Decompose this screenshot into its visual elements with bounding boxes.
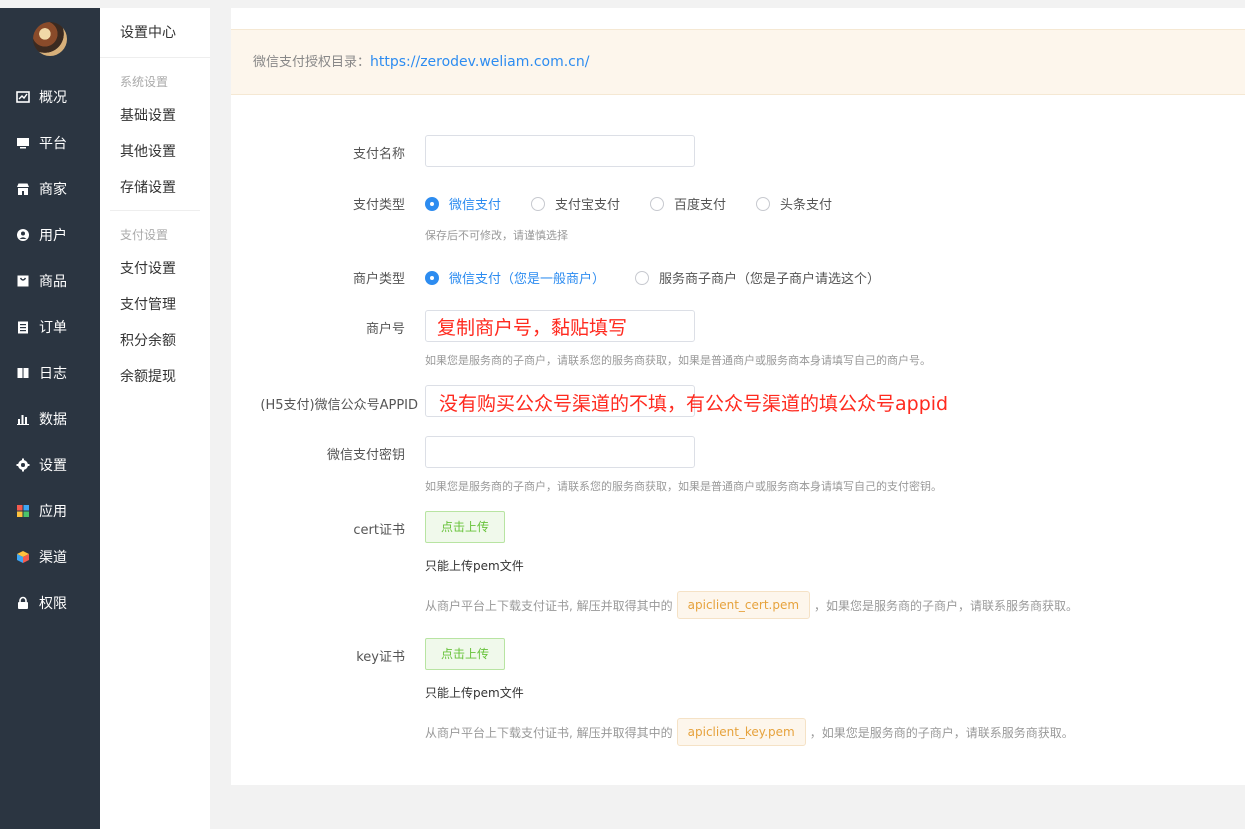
cert-help-prefix: 从商户平台上下载支付证书, 解压并取得其中的 [425,598,673,613]
lock-icon [15,595,31,611]
cube-icon [15,549,31,565]
nav-item-order[interactable]: 订单 [0,304,100,350]
secret-input[interactable] [425,436,695,468]
merchant-no-help: 如果您是服务商的子商户，请联系您的服务商获取，如果是普通商户或服务商本身请填写自… [425,354,931,367]
cert-only-pem: 只能上传pem文件 [425,559,524,573]
nav-label: 商品 [39,274,67,290]
merchant-type-label: 商户类型 [352,272,405,287]
nav-item-settings[interactable]: 设置 [0,442,100,488]
gear-icon [15,457,31,473]
nav-item-goods[interactable]: 商品 [0,258,100,304]
cert-label: cert证书 [353,523,405,538]
book-icon [15,365,31,381]
nav-label: 渠道 [39,550,67,566]
nav-label: 权限 [39,596,67,612]
pay-name-input[interactable] [425,135,695,167]
notice-label: 微信支付授权目录： [253,55,371,70]
sidebar-group-system: 系统设置 [120,75,169,89]
nav-label: 日志 [39,366,67,382]
secret-label: 微信支付密钥 [326,448,405,463]
auth-directory-link[interactable]: https://zerodev.weliam.com.cn/ [370,54,589,70]
sidebar-item-pay-settings[interactable]: 支付设置 [100,251,210,287]
nav-item-data[interactable]: 数据 [0,396,100,442]
nav-label: 数据 [39,412,67,428]
pay-type-wechat-radio[interactable]: 微信支付 [425,194,501,213]
nav-item-platform[interactable]: 平台 [0,120,100,166]
pay-type-help: 保存后不可修改，请谨慎选择 [425,229,568,242]
settings-sidebar: 设置中心 系统设置 基础设置 其他设置 存储设置 支付设置 支付设置 支付管理 … [100,8,210,829]
sidebar-item-other[interactable]: 其他设置 [100,134,210,170]
pay-type-toutiao-radio[interactable]: 头条支付 [756,194,832,213]
auth-directory-notice: 微信支付授权目录：https://zerodev.weliam.com.cn/ [231,29,1245,95]
nav-label: 设置 [39,458,67,474]
sidebar-title: 设置中心 [100,8,210,58]
bar-chart-icon [15,411,31,427]
cert-help: 从商户平台上下载支付证书, 解压并取得其中的 apiclient_cert.pem… [425,591,1078,619]
nav-item-user[interactable]: 用户 [0,212,100,258]
apps-icon [15,503,31,519]
bag-icon [15,273,31,289]
main-panel: 微信支付授权目录：https://zerodev.weliam.com.cn/ … [231,8,1245,785]
nav-label: 用户 [39,228,67,244]
merchant-type-sub-radio[interactable]: 服务商子商户（您是子商户请选这个） [635,268,880,287]
sidebar-item-basic[interactable]: 基础设置 [100,98,210,134]
appid-annotation: 没有购买公众号渠道的不填，有公众号渠道的填公众号appid [439,393,949,415]
merchant-no-annotation: 复制商户号，黏贴填写 [437,317,628,339]
key-help: 从商户平台上下载支付证书, 解压并取得其中的 apiclient_key.pem，… [425,718,1074,746]
overview-icon [15,89,31,105]
key-help-suffix: ，如果您是服务商的子商户，请联系服务商获取。 [809,725,1074,740]
nav-label: 概况 [39,90,67,106]
nav-label: 订单 [39,320,67,336]
nav-item-overview[interactable]: 概况 [0,74,100,120]
pay-name-label: 支付名称 [352,147,405,162]
nav-list: 概况 平台 商家 用户 商品 订单 日志 数据 设置 应用 渠道 权限 [0,74,100,626]
brand-logo [33,22,67,56]
cert-help-suffix: ，如果您是服务商的子商户，请联系服务商获取。 [814,598,1079,613]
key-upload-button[interactable]: 点击上传 [425,638,505,670]
sidebar-item-storage[interactable]: 存储设置 [100,170,210,206]
nav-item-log[interactable]: 日志 [0,350,100,396]
key-label: key证书 [356,650,405,665]
nav-label: 应用 [39,504,67,520]
pay-type-baidu-radio[interactable]: 百度支付 [650,194,726,213]
key-file-tag: apiclient_key.pem [676,718,806,746]
store-icon [15,181,31,197]
cert-file-tag: apiclient_cert.pem [676,591,811,619]
nav-item-merchant[interactable]: 商家 [0,166,100,212]
nav-item-channel[interactable]: 渠道 [0,534,100,580]
pay-type-label: 支付类型 [352,198,405,213]
cert-upload-button[interactable]: 点击上传 [425,511,505,543]
merchant-no-label: 商户号 [365,322,405,337]
key-only-pem: 只能上传pem文件 [425,686,524,700]
sidebar-item-points-balance[interactable]: 积分余额 [100,323,210,359]
pay-type-alipay-radio[interactable]: 支付宝支付 [531,194,620,213]
nav-label: 商家 [39,182,67,198]
sidebar-item-pay-manage[interactable]: 支付管理 [100,287,210,323]
merchant-type-radio-group: 微信支付（您是一般商户） 服务商子商户（您是子商户请选这个） [425,268,910,287]
nav-item-permission[interactable]: 权限 [0,580,100,626]
key-help-prefix: 从商户平台上下载支付证书, 解压并取得其中的 [425,725,673,740]
nav-item-apps[interactable]: 应用 [0,488,100,534]
monitor-icon [15,135,31,151]
main-nav: 概况 平台 商家 用户 商品 订单 日志 数据 设置 应用 渠道 权限 [0,8,100,829]
sidebar-item-withdraw[interactable]: 余额提现 [100,359,210,395]
nav-label: 平台 [39,136,67,152]
user-icon [15,227,31,243]
clipboard-icon [15,319,31,335]
merchant-type-normal-radio[interactable]: 微信支付（您是一般商户） [425,268,605,287]
pay-type-radio-group: 微信支付 支付宝支付 百度支付 头条支付 [425,194,862,213]
sidebar-group-payment: 支付设置 [120,228,169,242]
appid-label: (H5支付)微信公众号APPID [260,398,418,413]
secret-help: 如果您是服务商的子商户，请联系您的服务商获取，如果是普通商户或服务商本身请填写自… [425,480,942,493]
